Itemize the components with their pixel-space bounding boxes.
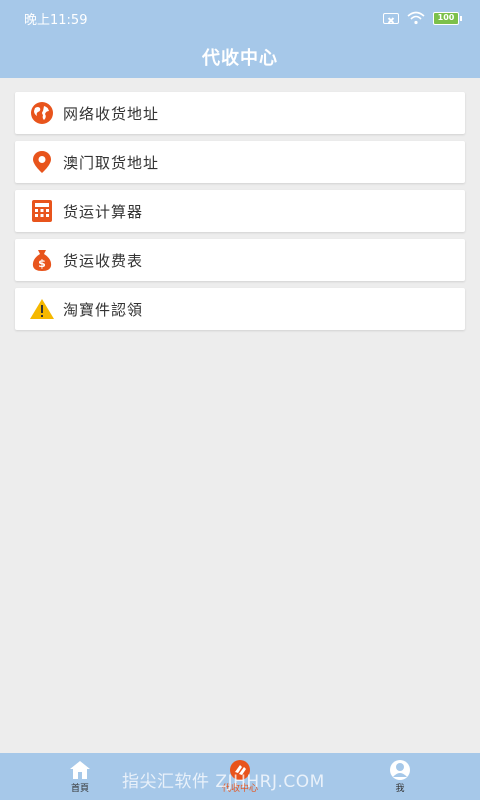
menu-item-label: 澳门取货地址	[63, 153, 160, 172]
menu-item-freight-rates[interactable]: $ 货运收费表	[15, 239, 465, 281]
globe-icon	[29, 100, 55, 126]
menu-item-freight-calculator[interactable]: 货运计算器	[15, 190, 465, 232]
svg-text:$: $	[38, 257, 46, 270]
home-icon	[69, 759, 91, 781]
tab-me[interactable]: 我	[355, 759, 445, 794]
user-icon	[389, 759, 411, 781]
menu-item-label: 货运收费表	[63, 251, 144, 270]
battery-icon: 100	[433, 11, 462, 25]
tab-label: 首頁	[70, 784, 89, 794]
menu-item-label: 淘寶件認領	[63, 300, 144, 319]
menu-item-label: 货运计算器	[63, 202, 144, 221]
tab-label: 代收中心	[221, 784, 258, 794]
location-pin-icon	[29, 149, 55, 175]
bottom-tab-bar: 首頁 代收中心 我	[0, 753, 480, 800]
page-title: 代收中心	[202, 48, 278, 69]
status-bar: 晚上11:59 100	[0, 0, 480, 36]
tab-collection-center[interactable]: 代收中心	[195, 759, 285, 794]
menu-item-label: 网络收货地址	[63, 104, 160, 123]
tab-label: 我	[395, 784, 405, 794]
status-time: 晚上11:59	[24, 12, 88, 28]
title-bar: 代收中心	[0, 36, 480, 78]
menu-list: 网络收货地址 澳门取货地址 货运计算器 $ 货运收费表 淘寶件認領	[15, 92, 465, 337]
calculator-icon	[29, 198, 55, 224]
menu-item-taobao-claim[interactable]: 淘寶件認領	[15, 288, 465, 330]
collection-icon	[229, 759, 251, 781]
status-icons: 100	[383, 11, 462, 25]
battery-level: 100	[433, 11, 459, 25]
tab-home[interactable]: 首頁	[35, 759, 125, 794]
no-sim-icon	[383, 12, 399, 24]
money-bag-icon: $	[29, 247, 55, 273]
wifi-icon	[407, 11, 425, 25]
menu-item-online-address[interactable]: 网络收货地址	[15, 92, 465, 134]
menu-item-macau-pickup[interactable]: 澳门取货地址	[15, 141, 465, 183]
warning-icon	[29, 296, 55, 322]
